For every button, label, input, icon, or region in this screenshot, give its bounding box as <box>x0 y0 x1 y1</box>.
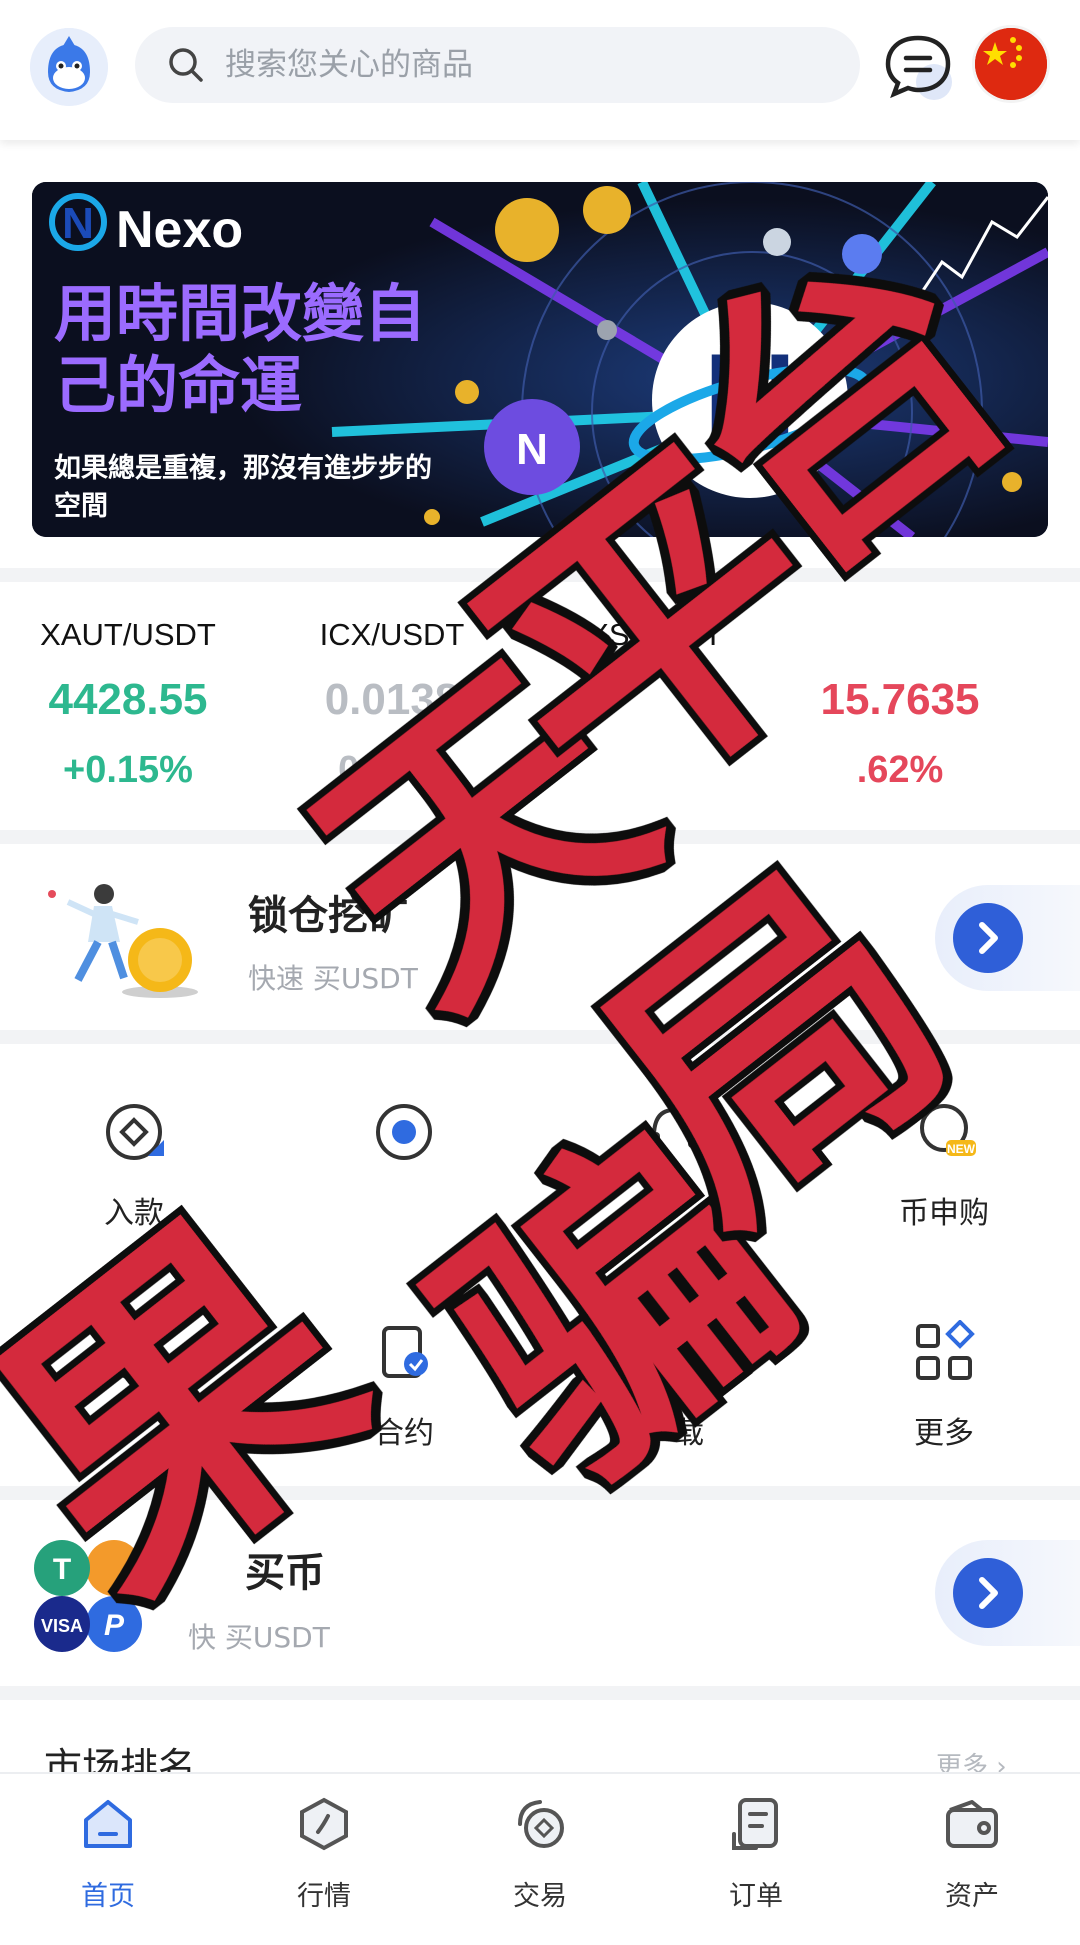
tab-label: 首页 <box>81 1881 135 1912</box>
quick-buy-go-button[interactable] <box>935 1540 1080 1646</box>
search-bar[interactable]: 搜索您关心的商品 <box>135 27 860 103</box>
ticker-pair: ICX/USDT <box>319 617 465 652</box>
grid-contract[interactable]: 合约 <box>304 1320 504 1480</box>
svg-text:VISA: VISA <box>41 1616 83 1636</box>
ticker-axs[interactable]: AXS/USDT <box>515 610 775 800</box>
flag-stars <box>975 28 1047 100</box>
ticker-price <box>515 660 775 740</box>
search-placeholder: 搜索您关心的商品 <box>225 47 473 83</box>
ticker-change: +0.15% <box>63 749 193 791</box>
grid-download-app[interactable]: 下载 <box>574 1320 774 1480</box>
go-arrow-button[interactable] <box>953 903 1023 973</box>
more-grid-icon <box>916 1320 975 1380</box>
orders-icon <box>732 1798 778 1850</box>
section-divider <box>0 568 1080 582</box>
contract-icon <box>382 1326 428 1378</box>
payment-methods-icon: T VISA P <box>34 1540 142 1652</box>
grid-new-coin[interactable]: NEW 币申购 <box>844 1100 1044 1260</box>
svg-text:N: N <box>516 425 548 474</box>
tab-home[interactable]: 首页 <box>0 1774 216 1945</box>
banner-brand: Nexo <box>116 201 244 259</box>
tab-label: 资产 <box>945 1881 999 1912</box>
bottom-tab-bar: 首页 行情 交易 订单 资产 <box>0 1772 1080 1945</box>
section-divider <box>0 830 1080 844</box>
tab-orders[interactable]: 订单 <box>648 1774 864 1945</box>
grid-label: 更多 <box>914 1416 974 1451</box>
mining-go-button[interactable] <box>935 885 1080 991</box>
grid-label: 入款 <box>104 1196 164 1231</box>
tab-market[interactable]: 行情 <box>216 1774 432 1945</box>
banner-headline: 用時間改變自己的命運 <box>54 277 427 422</box>
promo-banner[interactable]: N N N Nexo 用時間改變自己的命運 如果總是重複，那沒有進步步的空間 <box>32 182 1048 537</box>
ticker-fourth[interactable]: 15.7635 .62% <box>770 610 1030 800</box>
promo-subtitle: 快 买USDT <box>188 1621 330 1654</box>
ticker-price: 4428.55 <box>48 675 208 724</box>
tab-label: 行情 <box>297 1881 351 1912</box>
grid-label: 币申购 <box>899 1196 989 1231</box>
ticker-pair <box>770 610 1030 660</box>
china-flag-icon[interactable] <box>975 28 1047 100</box>
tab-trade[interactable]: 交易 <box>432 1774 648 1945</box>
chevron-right-icon <box>979 922 998 954</box>
svg-text:NEW: NEW <box>947 1142 976 1156</box>
customer-service-icon <box>650 1107 698 1148</box>
deposit-icon <box>106 1104 164 1160</box>
trade-icon <box>518 1800 564 1848</box>
ticker-icx[interactable]: ICX/USDT 0.0138 0.00% <box>262 610 522 800</box>
svg-text:T: T <box>53 1553 71 1586</box>
grid-options[interactable] <box>34 1320 234 1480</box>
ticker-price: 0.0138 <box>324 675 460 724</box>
message-icon[interactable] <box>880 28 958 106</box>
search-icon <box>169 48 203 82</box>
options-icon <box>106 1324 162 1380</box>
mascot-icon <box>30 28 108 106</box>
ticker-xaut[interactable]: XAUT/USDT 4428.55 +0.15% <box>0 610 258 800</box>
new-coin-subscription-icon: NEW <box>920 1104 976 1156</box>
section-divider <box>0 1030 1080 1044</box>
tab-label: 订单 <box>729 1881 783 1912</box>
ticker-pair: AXS/USDT <box>567 617 723 652</box>
grid-deposit[interactable]: 入款 <box>34 1100 234 1260</box>
ticker-pair: XAUT/USDT <box>40 617 216 652</box>
promo-subtitle: 快速 买USDT <box>248 962 418 995</box>
grid-label: 合约 <box>374 1416 434 1451</box>
section-divider <box>0 1486 1080 1500</box>
top-header: 搜索您关心的商品 <box>0 0 1080 140</box>
ticker-price: 15.7635 <box>820 675 980 724</box>
grid-customer-service[interactable] <box>574 1100 774 1260</box>
ticker-change <box>515 740 775 800</box>
promo-title: 买币 <box>245 1550 325 1596</box>
svg-text:N: N <box>62 199 94 248</box>
mining-illustration-icon <box>48 884 198 998</box>
grid-label: 下载 <box>644 1416 704 1451</box>
tab-label: 交易 <box>513 1881 567 1912</box>
grid-withdraw[interactable] <box>304 1100 504 1260</box>
promo-title: 锁仓挖矿 <box>248 893 408 939</box>
banner-subtext: 如果總是重複，那沒有進步步的空間 <box>54 453 432 522</box>
withdraw-icon <box>376 1104 432 1160</box>
quick-buy-card[interactable]: T VISA P 买币 快 买USDT <box>0 1500 1080 1690</box>
section-divider <box>0 1686 1080 1700</box>
svg-text:P: P <box>104 1609 125 1642</box>
go-arrow-button[interactable] <box>953 1558 1023 1628</box>
home-icon <box>84 1800 132 1848</box>
market-icon <box>300 1797 348 1851</box>
lock-mining-card[interactable]: 锁仓挖矿 快速 买USDT <box>0 845 1080 1035</box>
ticker-change: .62% <box>856 749 944 791</box>
wallet-icon <box>946 1800 998 1848</box>
chevron-right-icon <box>979 1577 998 1609</box>
app-logo-avatar[interactable] <box>30 28 108 106</box>
tab-assets[interactable]: 资产 <box>864 1774 1080 1945</box>
download-app-icon <box>654 1328 694 1375</box>
ticker-change: 0.00% <box>338 749 446 791</box>
grid-more[interactable]: 更多 <box>844 1320 1044 1480</box>
